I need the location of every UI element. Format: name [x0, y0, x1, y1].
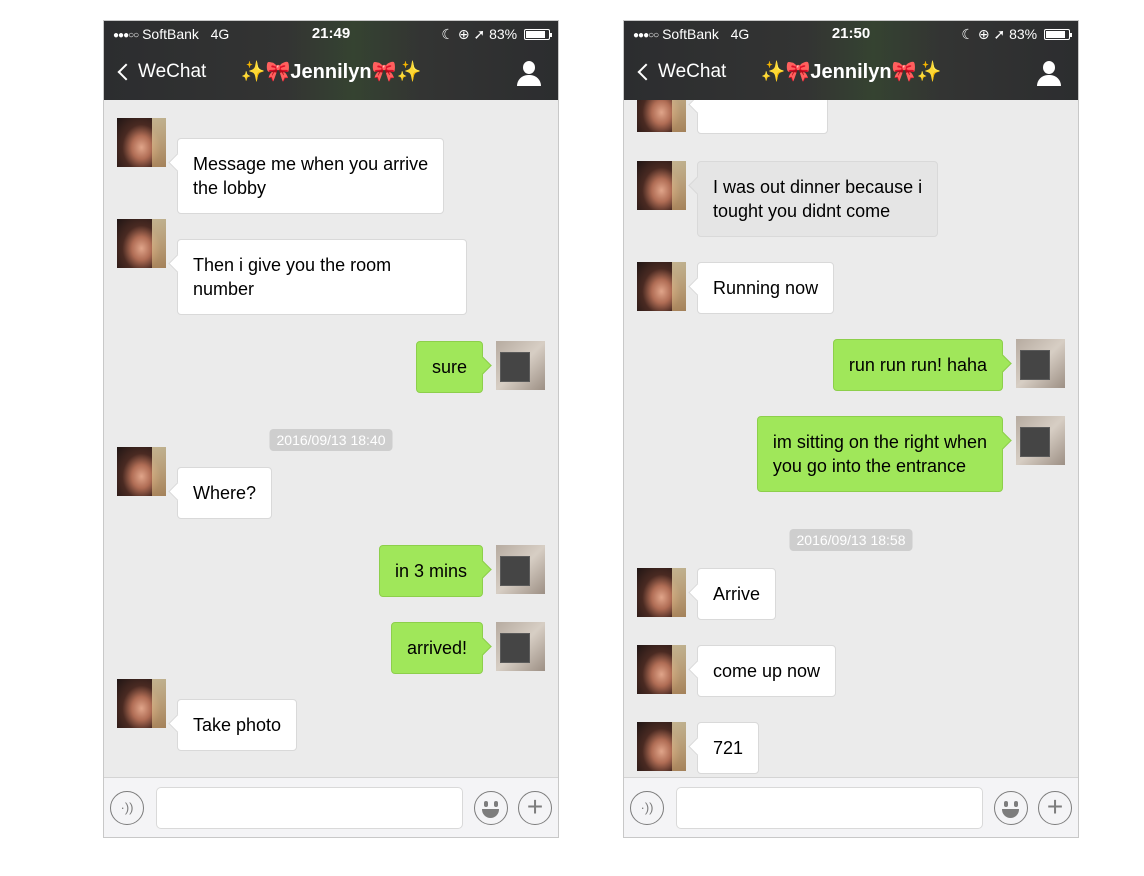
- nav-bar: WeChat ✨🎀Jennilyn🎀✨: [624, 47, 1078, 100]
- status-bar: ●●●○○ SoftBank 4G 21:50 ☾ ⊕ ➚ 83%: [624, 21, 1078, 47]
- top-bar: ●●●○○ SoftBank 4G 21:49 ☾ ⊕ ➚ 83% WeChat…: [104, 21, 558, 100]
- message-line: arrived!: [406, 638, 467, 658]
- message-line: Then i give you the room: [193, 255, 392, 275]
- ribbon-icon: 🎀: [891, 61, 917, 83]
- chat-screen-1: ●●●○○ SoftBank 4G 21:49 ☾ ⊕ ➚ 83% WeChat…: [103, 20, 559, 838]
- location-icon: ➚: [993, 26, 1006, 42]
- my-avatar[interactable]: [1016, 416, 1065, 465]
- message-line: im sitting on the right when: [772, 432, 987, 452]
- ribbon-icon: 🎀: [265, 61, 291, 83]
- message-line: tought you didnt come: [713, 201, 891, 221]
- input-bar: ·)) +: [104, 777, 558, 837]
- message-line: in 3 mins: [394, 561, 467, 581]
- contact-avatar[interactable]: [637, 100, 686, 132]
- incoming-message[interactable]: I was out dinner because i tought you di…: [697, 161, 939, 237]
- moon-icon: ☾: [961, 26, 974, 42]
- voice-icon[interactable]: ·)): [630, 791, 664, 825]
- sparkles-icon: ✨: [396, 61, 422, 83]
- timestamp: 2016/09/13 18:40: [269, 429, 393, 451]
- incoming-message[interactable]: Then i give you the room number: [177, 239, 467, 315]
- my-avatar[interactable]: [496, 545, 545, 594]
- contact-avatar[interactable]: [637, 645, 686, 694]
- incoming-message-partial[interactable]: [697, 100, 828, 134]
- my-avatar[interactable]: [1016, 339, 1065, 388]
- message-line: Arrive: [713, 584, 761, 604]
- message-line: I was out dinner because i: [713, 177, 923, 197]
- message-line: Running now: [713, 278, 819, 298]
- incoming-message[interactable]: Running now: [697, 262, 835, 314]
- contact-avatar[interactable]: [117, 219, 166, 268]
- message-line: number: [193, 279, 255, 299]
- person-icon[interactable]: [516, 61, 542, 87]
- moon-icon: ☾: [441, 26, 454, 42]
- sparkles-icon: ✨: [760, 61, 786, 83]
- battery-percent: 83%: [1009, 26, 1038, 42]
- my-avatar[interactable]: [496, 622, 545, 671]
- chat-title: ✨🎀Jennilyn🎀✨: [624, 59, 1078, 84]
- chat-screen-2: ●●●○○ SoftBank 4G 21:50 ☾ ⊕ ➚ 83% WeChat…: [623, 20, 1079, 838]
- location-icon: ➚: [473, 26, 486, 42]
- contact-avatar[interactable]: [637, 722, 686, 771]
- message-line: Where?: [193, 483, 257, 503]
- sparkles-icon: ✨: [916, 61, 942, 83]
- emoji-icon[interactable]: [994, 791, 1028, 825]
- message-line: sure: [431, 357, 467, 377]
- outgoing-message[interactable]: im sitting on the right when you go into…: [756, 416, 1003, 492]
- plus-icon[interactable]: +: [518, 791, 552, 825]
- emoji-icon[interactable]: [474, 791, 508, 825]
- message-line: run run run! haha: [848, 355, 987, 375]
- contact-avatar[interactable]: [637, 262, 686, 311]
- incoming-message[interactable]: Take photo: [177, 699, 298, 751]
- contact-avatar[interactable]: [117, 447, 166, 496]
- voice-icon[interactable]: ·)): [110, 791, 144, 825]
- battery-icon: [524, 29, 552, 40]
- incoming-message[interactable]: 721: [697, 722, 760, 774]
- rotation-lock-icon: ⊕: [977, 26, 990, 42]
- message-line: the lobby: [193, 178, 267, 198]
- top-bar: ●●●○○ SoftBank 4G 21:50 ☾ ⊕ ➚ 83% WeChat…: [624, 21, 1078, 100]
- contact-name: Jennilyn: [810, 61, 892, 83]
- contact-avatar[interactable]: [117, 679, 166, 728]
- message-list[interactable]: I was out dinner because i tought you di…: [624, 100, 1078, 778]
- outgoing-message[interactable]: run run run! haha: [832, 339, 1003, 391]
- message-input[interactable]: [676, 787, 983, 829]
- contact-name: Jennilyn: [290, 61, 372, 83]
- incoming-message[interactable]: come up now: [697, 645, 837, 697]
- rotation-lock-icon: ⊕: [457, 26, 470, 42]
- incoming-message[interactable]: Message me when you arrive the lobby: [177, 138, 445, 214]
- ribbon-icon: 🎀: [371, 61, 397, 83]
- battery-icon: [1044, 29, 1072, 40]
- status-bar: ●●●○○ SoftBank 4G 21:49 ☾ ⊕ ➚ 83%: [104, 21, 558, 47]
- message-line: you go into the entrance: [772, 456, 967, 476]
- incoming-message[interactable]: Where?: [177, 467, 273, 519]
- chat-title: ✨🎀Jennilyn🎀✨: [104, 59, 558, 84]
- input-bar: ·)) +: [624, 777, 1078, 837]
- message-input[interactable]: [156, 787, 463, 829]
- my-avatar[interactable]: [496, 341, 545, 390]
- sparkles-icon: ✨: [240, 61, 266, 83]
- message-line: come up now: [713, 661, 821, 681]
- contact-avatar[interactable]: [637, 568, 686, 617]
- incoming-message[interactable]: Arrive: [697, 568, 777, 620]
- plus-icon[interactable]: +: [1038, 791, 1072, 825]
- battery-percent: 83%: [489, 26, 518, 42]
- status-right: ☾ ⊕ ➚ 83%: [441, 21, 552, 47]
- message-line: 721: [713, 738, 744, 758]
- outgoing-message[interactable]: in 3 mins: [378, 545, 483, 597]
- message-line: Take photo: [193, 715, 282, 735]
- ribbon-icon: 🎀: [785, 61, 811, 83]
- nav-bar: WeChat ✨🎀Jennilyn🎀✨: [104, 47, 558, 100]
- outgoing-message[interactable]: arrived!: [390, 622, 483, 674]
- timestamp: 2016/09/13 18:58: [789, 529, 913, 551]
- person-icon[interactable]: [1036, 61, 1062, 87]
- message-line: Message me when you arrive: [193, 154, 429, 174]
- contact-avatar[interactable]: [117, 118, 166, 167]
- contact-avatar[interactable]: [637, 161, 686, 210]
- message-list[interactable]: Message me when you arrive the lobby The…: [104, 100, 558, 778]
- outgoing-message[interactable]: sure: [415, 341, 483, 393]
- status-right: ☾ ⊕ ➚ 83%: [961, 21, 1072, 47]
